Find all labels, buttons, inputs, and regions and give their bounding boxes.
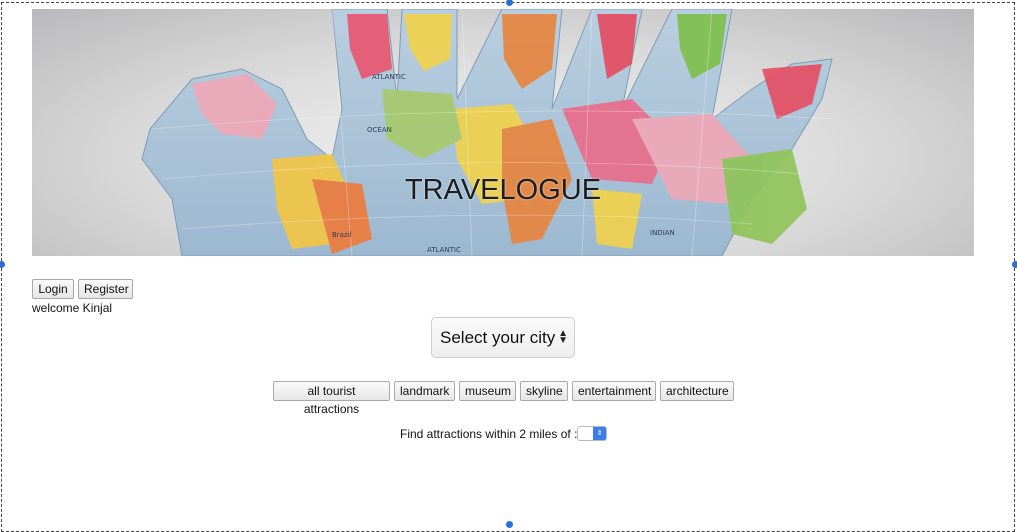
- login-button[interactable]: Login: [32, 279, 74, 299]
- city-select-value: Select your city: [440, 328, 556, 347]
- world-map-hand-image: ATLANTIC OCEAN ATLANTIC INDIAN Brazil: [141, 9, 833, 256]
- category-museum-button[interactable]: museum: [459, 381, 516, 401]
- category-all-tourist-attractions-button[interactable]: all tourist attractions: [273, 381, 390, 416]
- distance-location-select[interactable]: ⇕: [577, 426, 607, 441]
- distance-label: Find attractions within 2 miles of :: [400, 427, 578, 441]
- category-architecture-button[interactable]: architecture: [660, 381, 734, 401]
- map-label: INDIAN: [650, 229, 675, 237]
- resize-handle-right[interactable]: [1012, 261, 1017, 268]
- header-banner: ATLANTIC OCEAN ATLANTIC INDIAN Brazil TR…: [32, 9, 974, 256]
- resize-handle-bottom[interactable]: [506, 521, 513, 528]
- site-title: TRAVELOGUE: [404, 174, 602, 206]
- category-landmark-button[interactable]: landmark: [394, 381, 455, 401]
- map-label: OCEAN: [367, 126, 392, 134]
- map-label: ATLANTIC: [372, 73, 406, 81]
- map-label: ATLANTIC: [427, 246, 461, 254]
- category-skyline-button[interactable]: skyline: [520, 381, 568, 401]
- welcome-message: welcome Kinjal: [32, 301, 113, 315]
- select-stepper-icon: ⇕: [593, 427, 606, 440]
- city-select[interactable]: Select your city ▲ ▼: [431, 317, 575, 358]
- map-label: Brazil: [332, 231, 352, 239]
- register-button[interactable]: Register: [78, 279, 133, 299]
- select-arrows-icon: ▲ ▼: [558, 328, 568, 347]
- category-entertainment-button[interactable]: entertainment: [572, 381, 656, 401]
